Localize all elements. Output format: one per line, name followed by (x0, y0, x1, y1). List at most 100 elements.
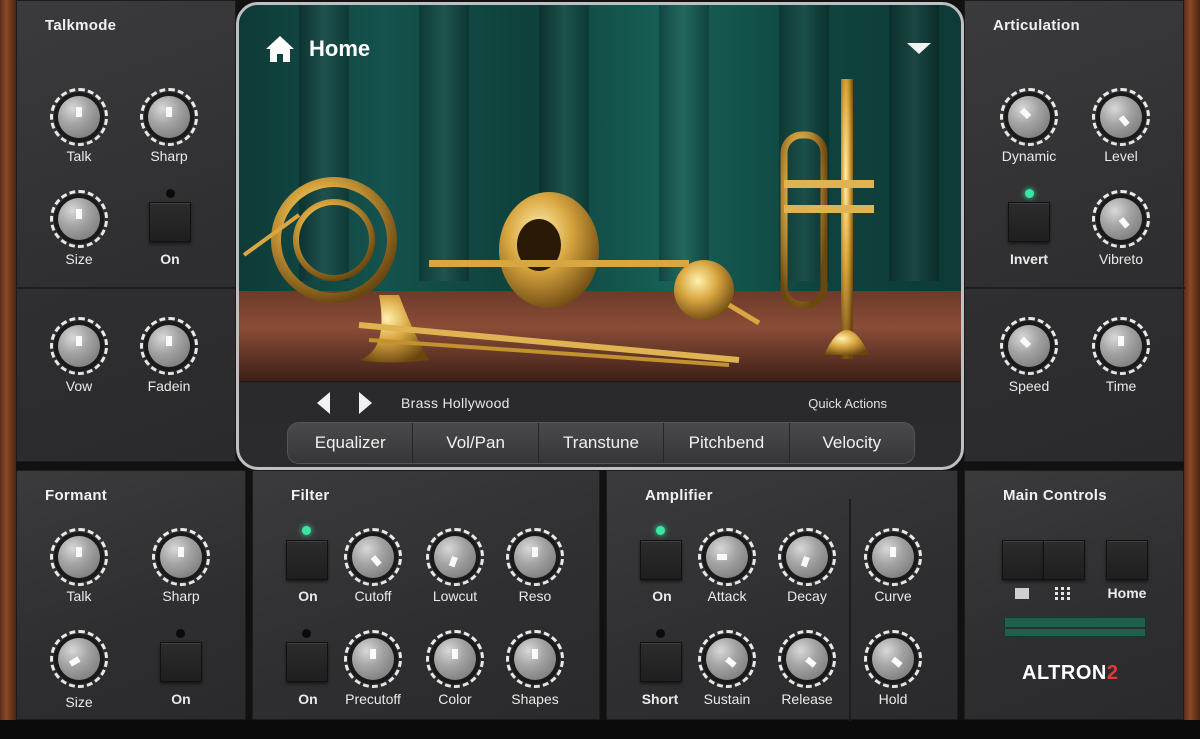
prev-arrow-icon[interactable] (317, 392, 330, 414)
talkmode-title: Talkmode (17, 13, 217, 39)
filter-on-button-1[interactable] (286, 540, 328, 580)
main-controls-title: Main Controls (965, 483, 1175, 509)
fadein-knob[interactable] (140, 317, 198, 375)
formant-talk-label: Talk (66, 588, 92, 604)
short-button[interactable] (640, 642, 682, 682)
tab-pitchbend[interactable]: Pitchbend (664, 423, 790, 463)
folder-icon (1015, 588, 1029, 599)
hold-knob[interactable] (864, 630, 922, 688)
formant-sharp-label: Sharp (162, 588, 200, 604)
home-title: Home (309, 36, 371, 61)
altron-logo: ALTRON2 (1022, 662, 1119, 684)
filter-on-button-2[interactable] (286, 642, 328, 682)
home-header[interactable]: Home (265, 35, 370, 63)
amp-on-button[interactable] (640, 540, 682, 580)
formant-talk-knob[interactable] (50, 528, 108, 586)
release-label: Release (781, 691, 833, 707)
talkmode-on-led (166, 189, 175, 198)
invert-button[interactable] (1008, 202, 1050, 242)
talkmode-on-label: On (160, 251, 180, 267)
formant-title: Formant (17, 483, 227, 509)
filter-title: Filter (253, 483, 573, 509)
tab-equalizer[interactable]: Equalizer (288, 423, 414, 463)
formant-size-label: Size (65, 694, 93, 710)
speed-label: Speed (1008, 378, 1050, 394)
bottom-bar (0, 720, 1200, 739)
amplifier-title: Amplifier (607, 483, 927, 509)
talk-knob[interactable] (50, 88, 108, 146)
vibreto-knob[interactable] (1092, 190, 1150, 248)
sharp-knob[interactable] (140, 88, 198, 146)
grid-icon (1055, 587, 1073, 600)
home-icon (266, 36, 294, 62)
dynamic-label: Dynamic (1001, 148, 1057, 164)
invert-led (1025, 189, 1034, 198)
lowcut-label: Lowcut (432, 588, 478, 604)
formant-on-label: On (171, 691, 191, 707)
dynamic-knob[interactable] (1000, 88, 1058, 146)
amp-on-led (656, 526, 665, 535)
wood-side-right (1184, 0, 1200, 720)
speed-knob[interactable] (1000, 317, 1058, 375)
quick-actions-button[interactable]: Quick Actions (808, 396, 887, 411)
curve-label: Curve (874, 588, 912, 604)
cutoff-label: Cutoff (354, 588, 392, 604)
sharp-label: Sharp (150, 148, 188, 164)
shapes-knob[interactable] (506, 630, 564, 688)
time-label: Time (1105, 378, 1137, 394)
decay-label: Decay (787, 588, 827, 604)
short-led (656, 629, 665, 638)
invert-label: Invert (1009, 251, 1049, 267)
tab-vol-pan[interactable]: Vol/Pan (413, 423, 539, 463)
dropdown-arrow-icon[interactable] (907, 43, 931, 54)
articulation-title: Articulation (965, 13, 1165, 39)
vow-label: Vow (65, 378, 93, 394)
color-knob[interactable] (426, 630, 484, 688)
curve-knob[interactable] (864, 528, 922, 586)
sustain-label: Sustain (703, 691, 751, 707)
filter-on-led-2 (302, 629, 311, 638)
tab-velocity[interactable]: Velocity (789, 423, 914, 463)
formant-size-knob[interactable] (50, 630, 108, 688)
tab-bar: Equalizer Vol/Pan Transtune Pitchbend Ve… (287, 422, 915, 464)
reso-label: Reso (518, 588, 552, 604)
fadein-label: Fadein (147, 378, 191, 394)
reso-knob[interactable] (506, 528, 564, 586)
size-knob[interactable] (50, 190, 108, 248)
release-knob[interactable] (778, 630, 836, 688)
vibreto-label: Vibreto (1098, 251, 1144, 267)
attack-knob[interactable] (698, 528, 756, 586)
level-label: Level (1104, 148, 1138, 164)
center-display: Home Brass Hollywood Quick Actions Equal… (236, 2, 964, 470)
precutoff-label: Precutoff (345, 691, 401, 707)
hold-label: Hold (878, 691, 908, 707)
home-button[interactable] (1106, 540, 1148, 580)
formant-on-led (176, 629, 185, 638)
preset-name: Brass Hollywood (401, 395, 510, 411)
talkmode-on-button[interactable] (149, 202, 191, 242)
cutoff-knob[interactable] (344, 528, 402, 586)
level-meter (1004, 617, 1146, 637)
preset-bar: Brass Hollywood Quick Actions (239, 381, 961, 423)
sustain-knob[interactable] (698, 630, 756, 688)
decay-knob[interactable] (778, 528, 836, 586)
wood-side-left (0, 0, 16, 720)
next-arrow-icon[interactable] (359, 392, 372, 414)
vow-knob[interactable] (50, 317, 108, 375)
tab-transtune[interactable]: Transtune (538, 423, 665, 463)
shapes-label: Shapes (511, 691, 559, 707)
time-knob[interactable] (1092, 317, 1150, 375)
level-knob[interactable] (1092, 88, 1150, 146)
browse-button[interactable] (1002, 540, 1044, 580)
color-label: Color (438, 691, 472, 707)
grid-button[interactable] (1043, 540, 1085, 580)
formant-on-button[interactable] (160, 642, 202, 682)
lowcut-knob[interactable] (426, 528, 484, 586)
filter-on-led-1 (302, 526, 311, 535)
formant-sharp-knob[interactable] (152, 528, 210, 586)
size-label: Size (65, 251, 93, 267)
talk-label: Talk (66, 148, 92, 164)
precutoff-knob[interactable] (344, 630, 402, 688)
home-button-label: Home (1107, 585, 1147, 601)
attack-label: Attack (707, 588, 747, 604)
